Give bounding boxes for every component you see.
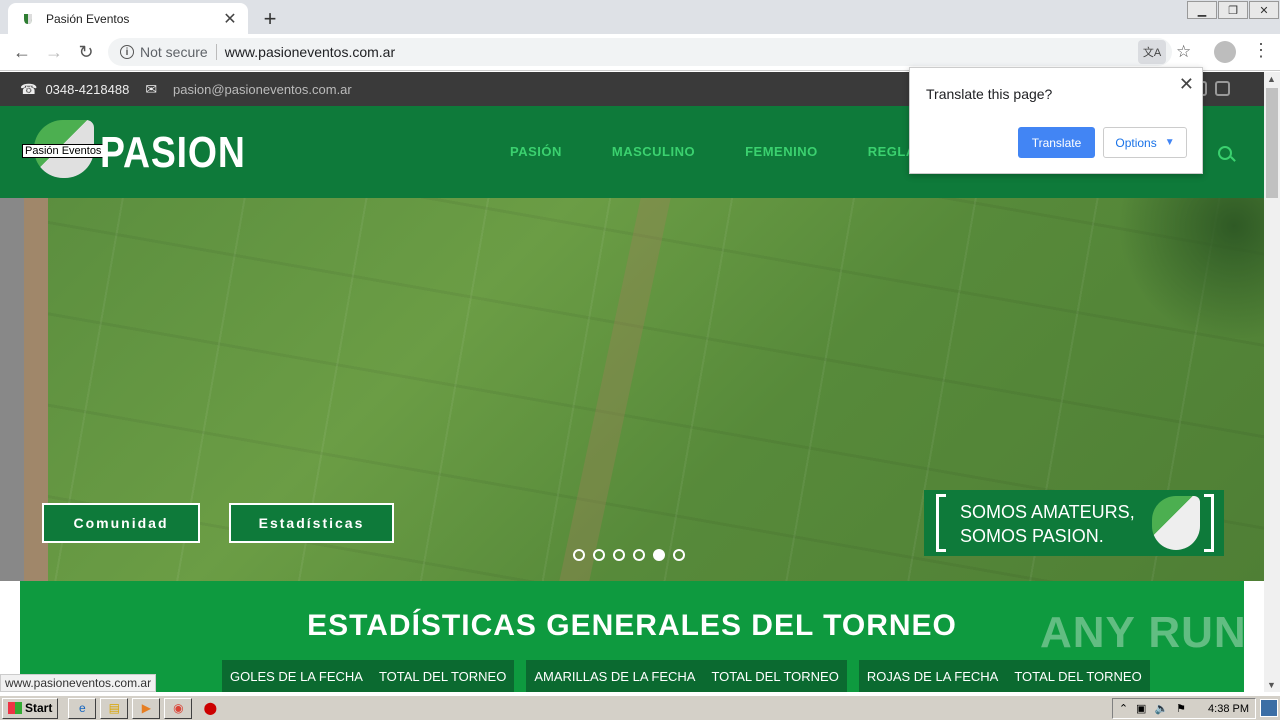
hero-slider: Comunidad Estadísticas SOMOS AMATEURS, S… xyxy=(0,198,1264,581)
flag-icon[interactable]: ⚑ xyxy=(1176,702,1186,715)
show-desktop-button[interactable] xyxy=(1260,699,1278,717)
tab-rojas-total[interactable]: TOTAL DEL TORNEO xyxy=(1006,669,1149,684)
new-tab-button[interactable]: + xyxy=(260,6,280,32)
tab-goles-total[interactable]: TOTAL DEL TORNEO xyxy=(371,669,514,684)
url-text[interactable]: www.pasioneventos.com.ar xyxy=(225,44,395,60)
address-bar[interactable]: i Not secure www.pasioneventos.com.ar 文A xyxy=(108,38,1172,66)
options-label: Options xyxy=(1115,135,1157,150)
status-bar-url: www.pasioneventos.com.ar xyxy=(0,674,157,692)
tab-amarillas-fecha[interactable]: AMARILLAS DE LA FECHA xyxy=(526,669,703,684)
tray-expand-icon[interactable]: ⌃ xyxy=(1119,702,1128,715)
bracket-right xyxy=(1204,494,1214,552)
slider-dots xyxy=(573,549,685,561)
tab-amarillas-total[interactable]: TOTAL DEL TORNEO xyxy=(703,669,846,684)
vertical-scrollbar[interactable]: ▲ ▼ xyxy=(1264,72,1280,692)
ie-icon[interactable]: e xyxy=(68,697,97,719)
chevron-down-icon: ▼ xyxy=(1164,137,1175,148)
slider-dot[interactable] xyxy=(613,549,625,561)
nav-item-masculino[interactable]: MASCULINO xyxy=(612,144,695,159)
nav-item-femenino[interactable]: FEMENINO xyxy=(745,144,818,159)
search-icon[interactable] xyxy=(1218,146,1232,160)
slogan-shield-icon xyxy=(1152,496,1200,550)
slogan-banner: SOMOS AMATEURS, SOMOS PASION. xyxy=(924,490,1224,556)
chrome-menu-icon[interactable]: ⋮ xyxy=(1252,40,1270,61)
bookmark-star-icon[interactable]: ☆ xyxy=(1176,42,1191,62)
security-label: Not secure xyxy=(140,44,208,60)
options-button[interactable]: Options ▼ xyxy=(1103,127,1187,158)
translate-popup-title: Translate this page? xyxy=(926,86,1053,102)
main-nav: PASIÓN MASCULINO FEMENINO REGLAMEN xyxy=(510,144,946,159)
tab-rojas-fecha[interactable]: ROJAS DE LA FECHA xyxy=(859,669,1006,684)
phone-number: 0348-4218488 xyxy=(45,81,130,97)
estadisticas-button[interactable]: Estadísticas xyxy=(229,503,394,543)
logo-tooltip: Pasión Eventos xyxy=(22,144,105,158)
network-icon[interactable]: ▣ xyxy=(1136,702,1146,715)
media-player-icon[interactable]: ▶ xyxy=(132,697,161,719)
trees-image xyxy=(1114,198,1264,338)
comunidad-button[interactable]: Comunidad xyxy=(42,503,200,543)
browser-tab[interactable]: Pasión Eventos ✕ xyxy=(8,3,248,34)
site-favicon-icon xyxy=(24,13,32,24)
slider-dot[interactable] xyxy=(573,549,585,561)
tab-strip: Pasión Eventos ✕ + ▁ ❐ ✕ xyxy=(0,0,1280,34)
browser-toolbar: ← → ↻ i Not secure www.pasioneventos.com… xyxy=(0,34,1280,71)
close-icon[interactable]: ✕ xyxy=(1179,74,1194,95)
translate-popup: Translate this page? ✕ Translate Options… xyxy=(909,67,1203,174)
slider-dot[interactable] xyxy=(593,549,605,561)
amarillas-tab-group: AMARILLAS DE LA FECHA TOTAL DEL TORNEO xyxy=(526,660,847,692)
nav-item-pasion[interactable]: PASIÓN xyxy=(510,144,562,159)
clock[interactable]: 4:38 PM xyxy=(1208,703,1249,715)
windows-logo-icon xyxy=(8,702,22,714)
logo-text[interactable]: PASION xyxy=(100,128,246,178)
close-window-button[interactable]: ✕ xyxy=(1249,1,1279,19)
rojas-tab-group: ROJAS DE LA FECHA TOTAL DEL TORNEO xyxy=(858,660,1150,692)
email-link[interactable]: pasion@pasioneventos.com.ar xyxy=(173,82,352,97)
tab-title: Pasión Eventos xyxy=(46,11,130,26)
system-tray: ⌃ ▣ 🔈 ⚑ 4:38 PM xyxy=(1111,698,1256,719)
opera-icon[interactable]: ⬤ xyxy=(196,698,224,719)
back-icon[interactable]: ← xyxy=(6,36,38,68)
explorer-icon[interactable]: ▤ xyxy=(100,697,129,719)
scroll-up-icon[interactable]: ▲ xyxy=(1267,74,1276,84)
minimize-button[interactable]: ▁ xyxy=(1187,1,1217,19)
anyrun-watermark: ANY RUN xyxy=(1040,608,1247,657)
info-icon[interactable]: i xyxy=(120,45,134,59)
profile-avatar[interactable] xyxy=(1214,41,1236,63)
bracket-left xyxy=(936,494,946,552)
restore-button[interactable]: ❐ xyxy=(1218,1,1248,19)
chrome-icon[interactable]: ◉ xyxy=(164,697,193,719)
scroll-thumb[interactable] xyxy=(1266,88,1278,198)
reload-icon[interactable]: ↻ xyxy=(70,36,102,68)
windows-taskbar: Start e ▤ ▶ ◉ ⬤ ⌃ ▣ 🔈 ⚑ 4:38 PM xyxy=(0,695,1280,720)
phone-icon: ☎ xyxy=(20,80,38,97)
scroll-down-icon[interactable]: ▼ xyxy=(1267,680,1276,690)
tab-close-icon[interactable]: ✕ xyxy=(222,9,238,29)
translate-button[interactable]: Translate xyxy=(1018,127,1095,158)
mail-icon: ✉ xyxy=(145,80,158,97)
slider-dot-active[interactable] xyxy=(653,549,665,561)
tab-goles-fecha[interactable]: GOLES DE LA FECHA xyxy=(222,669,371,684)
forward-icon[interactable]: → xyxy=(38,36,70,68)
stats-tabs: GOLES DE LA FECHA TOTAL DEL TORNEO AMARI… xyxy=(222,660,1150,692)
goles-tab-group: GOLES DE LA FECHA TOTAL DEL TORNEO xyxy=(222,660,515,692)
dirt-path-image xyxy=(559,198,671,581)
start-button[interactable]: Start xyxy=(2,697,59,719)
volume-icon[interactable]: 🔈 xyxy=(1154,702,1168,715)
slider-dot[interactable] xyxy=(633,549,645,561)
start-label: Start xyxy=(25,701,53,715)
window-controls: ▁ ❐ ✕ xyxy=(1187,0,1280,19)
instagram-icon[interactable] xyxy=(1215,81,1230,96)
translate-icon[interactable]: 文A xyxy=(1138,40,1166,64)
omnibox-divider xyxy=(215,44,217,60)
slider-dot[interactable] xyxy=(673,549,685,561)
